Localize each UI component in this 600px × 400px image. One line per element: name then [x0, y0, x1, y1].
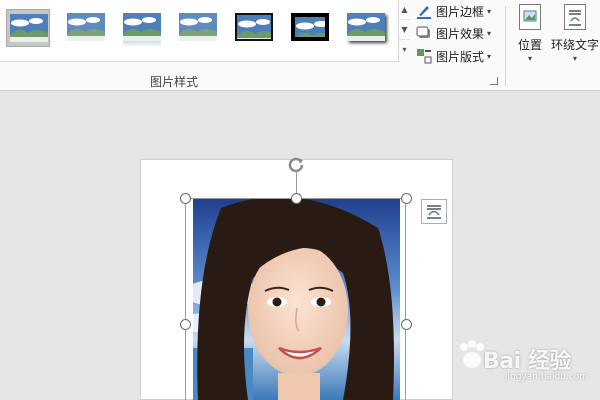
pen-border-icon: [416, 3, 432, 19]
style-thumbnail-3[interactable]: [120, 9, 164, 47]
layout-options-button[interactable]: [421, 199, 447, 224]
landscape-icon: [347, 13, 385, 41]
chevron-down-icon: ▾: [487, 28, 492, 38]
ribbon: ▲ ▼ ▾ 图片样式 图片边框 ▾ 图片效果 ▾ 图片版式 ▾ 位置 ▾ 环绕文…: [0, 0, 600, 91]
style-thumbnail-1[interactable]: [6, 9, 50, 47]
watermark-sub: jingyan.baidu.com: [505, 372, 589, 382]
wrap-text-label: 环绕文字: [551, 38, 600, 52]
position-button[interactable]: 位置 ▾: [515, 4, 545, 63]
position-icon: [519, 4, 541, 30]
wrap-text-icon: [564, 4, 586, 30]
gallery-more-button[interactable]: ▾: [399, 40, 410, 60]
picture-effects-icon: [416, 25, 432, 41]
landscape-icon: [67, 13, 105, 41]
picture-effects-button[interactable]: 图片效果 ▾: [416, 22, 491, 44]
style-thumbnail-4[interactable]: [176, 9, 220, 47]
resize-handle-right[interactable]: [401, 319, 412, 330]
resize-handle-top-left[interactable]: [180, 193, 191, 204]
selection-box: [185, 198, 406, 400]
gallery-down-button[interactable]: ▼: [399, 20, 410, 40]
group-label: 图片样式: [150, 75, 199, 89]
style-thumbnail-6[interactable]: [288, 9, 332, 47]
style-thumbnail-7[interactable]: [344, 9, 388, 47]
chevron-down-icon: ▾: [487, 51, 492, 61]
picture-border-button[interactable]: 图片边框 ▾: [416, 0, 491, 22]
dialog-launcher-icon[interactable]: [490, 77, 498, 85]
resize-handle-left[interactable]: [180, 319, 191, 330]
group-divider: [505, 6, 506, 86]
picture-effects-label: 图片效果: [436, 26, 485, 41]
gallery-up-button[interactable]: ▲: [399, 0, 410, 20]
resize-handle-top-right[interactable]: [401, 193, 412, 204]
picture-layout-label: 图片版式: [436, 49, 485, 64]
chevron-down-icon: ▾: [527, 54, 532, 63]
picture-border-label: 图片边框: [436, 4, 485, 19]
picture-layout-button[interactable]: 图片版式 ▾: [416, 45, 491, 67]
style-thumbnail-2[interactable]: [64, 9, 108, 47]
watermark-main: Bai 经验: [483, 349, 571, 374]
chevron-down-icon: ▾: [572, 54, 577, 63]
landscape-icon: [291, 13, 329, 41]
gallery-scroll: ▲ ▼ ▾: [398, 0, 410, 62]
picture-styles-gallery: [0, 0, 398, 62]
wrap-text-button[interactable]: 环绕文字 ▾: [551, 4, 599, 63]
chevron-down-icon: ▾: [487, 6, 492, 16]
position-label: 位置: [517, 38, 542, 52]
landscape-icon: [123, 13, 161, 41]
rotation-stem: [296, 171, 297, 193]
style-thumbnail-5[interactable]: [232, 9, 276, 47]
landscape-icon: [234, 12, 274, 42]
resize-handle-top[interactable]: [291, 193, 302, 204]
landscape-icon: [10, 14, 48, 42]
baidu-watermark: Bai 经验 jingyan.baidu.com: [455, 335, 600, 395]
picture-layout-icon: [416, 48, 432, 64]
landscape-icon: [179, 13, 217, 41]
